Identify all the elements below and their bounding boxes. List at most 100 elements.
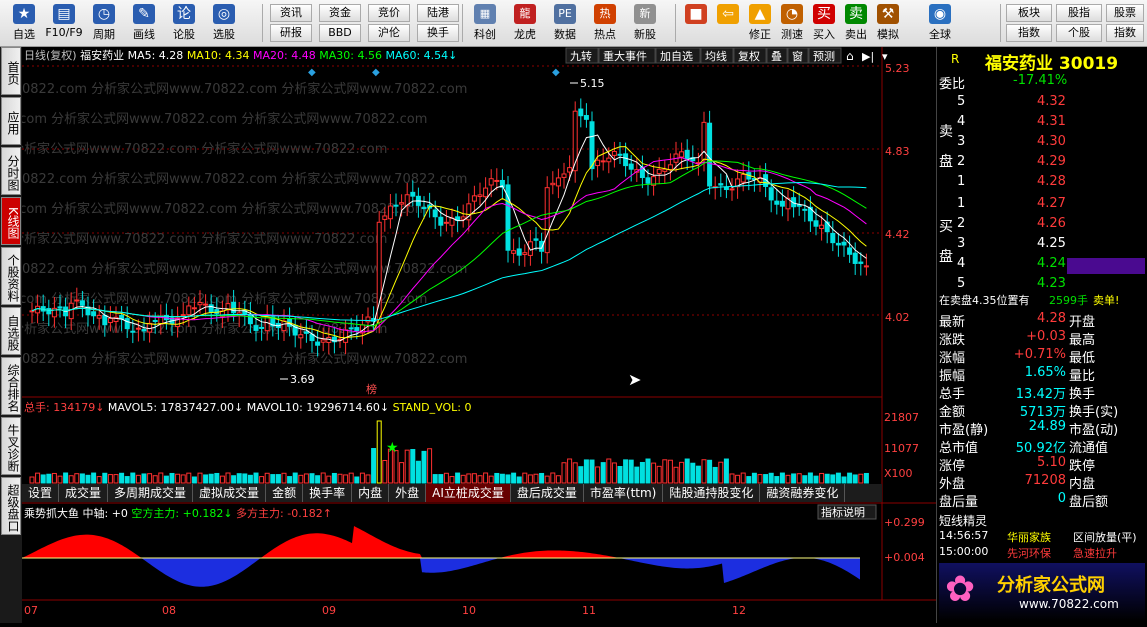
event-diamond-icon[interactable]: ◆ [372,67,380,78]
candle-body [494,179,500,182]
toolbar-chart-button[interactable]: ▦ 科创 [465,2,505,44]
toolbar-globe-button[interactable]: ◉ 全球 [924,2,956,44]
toolbar-magnifier-button[interactable]: ◎ 选股 [204,2,244,44]
event-diamond-icon[interactable]: ◆ [552,67,560,78]
volume-bar [337,473,343,484]
sell-level-row[interactable]: 4 4.31 [937,114,1147,132]
indicator-tab[interactable]: 换手率 [303,484,353,502]
sell-level-number: 4 [957,114,966,129]
toolbar-speed-button[interactable]: ◔ 测速 [776,2,808,44]
toolbar-chat-button[interactable]: 论论股 [164,2,204,44]
sell-level-row[interactable]: 5 4.32 [937,94,1147,112]
event-diamond-icon[interactable]: ◆ [308,67,316,78]
candle-body [550,182,556,186]
sell-level-price: 4.30 [1037,134,1066,149]
kline-chart-svg[interactable]: 0822.com 分析家公式网www.70822.com 分析家公式网www.7… [0,47,936,623]
left-tab-7[interactable]: 牛叉诊断 [1,417,21,475]
left-tab-0[interactable]: 首页 [1,47,21,95]
toolbar-clock-button[interactable]: ◷ 周期 [84,2,124,44]
toolbar-up-button[interactable]: ▲ 修正 [744,2,776,44]
indicator-tab[interactable]: 金额 [266,484,304,502]
watermark-text: 0822.com 分析家公式网www.70822.com 分析家公式网www.7… [22,141,387,157]
sell-level-row[interactable]: 2 4.29 [937,154,1147,172]
toolbar-small-button[interactable]: 资讯 [270,4,312,22]
toolbar-buy-button[interactable]: 买买入 [808,2,840,44]
indicator-tab[interactable]: 多周期成交量 [108,484,194,502]
buy-level-row[interactable]: 3 4.25 [937,236,1147,254]
sell-level-row[interactable]: 3 4.30 [937,134,1147,152]
left-tab-6[interactable]: 综合排名 [1,357,21,415]
toolbar-shares-button[interactable]: 股票 [1106,4,1144,22]
buy-level-row[interactable]: 2 4.26 [937,216,1147,234]
candle-body [858,261,864,264]
left-tab-3[interactable]: K线图 [1,197,21,245]
left-tab-5[interactable]: 自选股 [1,307,21,355]
toolbar-small-button[interactable]: 沪伦 [368,24,410,42]
indicator-tab[interactable]: AI立桩成交量 [426,484,511,502]
candle-body [527,241,533,256]
toolbar-pen-button[interactable]: ✎ 画线 [124,2,164,44]
toolbar-doc-button[interactable]: ▤ F10/F9 [44,2,84,44]
left-tab-1[interactable]: 应用 [1,97,21,145]
watermark-text: 0822.com 分析家公式网www.70822.com 分析家公式网www.7… [22,171,467,187]
volume-bar [348,472,354,484]
expand-icon[interactable]: ▶| [862,50,874,63]
elves-row[interactable]: 15:00:00 先河环保 急速拉升 [937,545,1147,563]
candle-body [79,300,85,306]
toolbar-ipo-button[interactable]: 新新股 [625,2,665,44]
toolbar-small-button[interactable]: 竞价 [368,4,410,22]
toolbar-separator [462,4,463,42]
toolbar-small-button[interactable]: 换手 [417,24,459,42]
toolbar-grid-button[interactable]: ■ [680,2,712,44]
indicator-tab[interactable]: 陆股通持股变化 [663,484,761,502]
candle-body [141,329,147,332]
stat-row: 总市值 50.92亿 流通值 [937,437,1147,456]
toolbar-hammer-button[interactable]: ⚒ 模拟 [872,2,904,44]
up-icon: ▲ [749,4,771,24]
indicator-tab[interactable]: 设置 [22,484,60,502]
left-tab-4[interactable]: 个股资料 [1,247,21,305]
kline-chart-area[interactable]: 0822.com 分析家公式网www.70822.com 分析家公式网www.7… [0,47,936,623]
volume-bar [763,474,769,484]
volume-bar [404,449,410,484]
sell-level-number: 5 [957,94,966,109]
toolbar-small-button[interactable]: 资金 [319,4,361,22]
indicator-tab[interactable]: 融资融券变化 [760,484,846,502]
toolbar-hot-button[interactable]: 热热点 [585,2,625,44]
indicator-tab[interactable]: 内盘 [352,484,390,502]
indicator-tab[interactable]: 成交量 [59,484,109,502]
left-tab-2[interactable]: 分时图 [1,147,21,195]
toolbar-dragon-button[interactable]: 龍龙虎 [505,2,545,44]
buy-level-row[interactable]: 4 4.24 [937,256,1147,274]
indicator-tab[interactable]: 虚拟成交量 [193,484,267,502]
toolbar-small-button[interactable]: 研报 [270,24,312,42]
toolbar-small-button[interactable]: 陆港 [417,4,459,22]
candle-body [124,318,130,330]
indicator-tab[interactable]: 市盈率(ttm) [584,484,664,502]
indicator-tab[interactable]: 盘后成交量 [511,484,584,502]
buy-level-row[interactable]: 1 4.27 [937,196,1147,214]
toolbar-sell-button[interactable]: 卖卖出 [840,2,872,44]
stat-label: 金额 [939,405,966,420]
toolbar-star-button[interactable]: ★ 自选 [4,2,44,44]
toolbar-small-button[interactable]: BBD [319,24,361,42]
left-tab-8[interactable]: 超级盘口 [1,477,21,535]
buy-level-price: 4.25 [1037,236,1066,251]
bang-label[interactable]: 榜 [366,382,377,396]
stat-right-label: 开盘 [1069,315,1096,330]
sell-level-row[interactable]: 1 4.28 [937,174,1147,192]
indicator-tab[interactable]: 外盘 [389,484,427,502]
volume-bar [701,459,707,484]
toolbar-pe-button[interactable]: PE 数据 [545,2,585,44]
lock-icon[interactable]: ⌂ [846,49,854,63]
volume-bar [331,472,337,484]
buy-level-price: 4.24 [1037,256,1066,271]
volume-bar [152,475,158,484]
candle-body [387,205,393,220]
toolbar-small-button[interactable]: 个股 [1056,24,1102,42]
toolbar-small-button[interactable]: 股指 [1056,4,1102,22]
toolbar-index-button[interactable]: 指数 [1106,24,1144,42]
toolbar-back-arrow-button[interactable]: ⇦ [712,2,744,44]
toolbar-small-button[interactable]: 板块 [1006,4,1052,22]
toolbar-small-button[interactable]: 指数 [1006,24,1052,42]
